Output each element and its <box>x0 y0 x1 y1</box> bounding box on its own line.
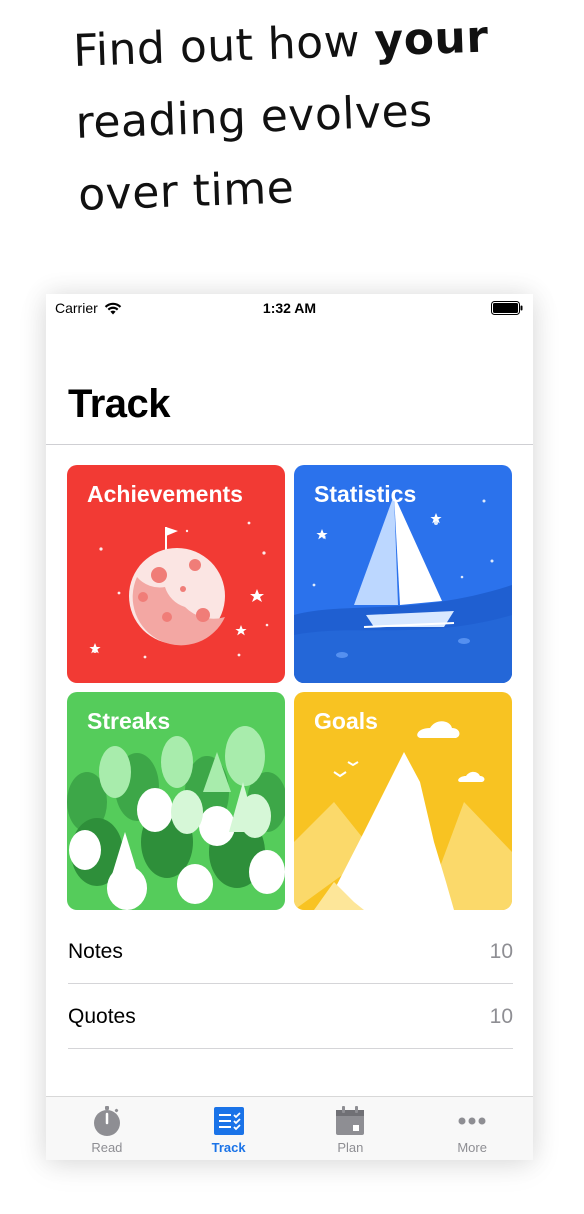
promo-line-1-regular: Find out how <box>72 15 376 77</box>
nav-divider <box>46 444 533 445</box>
tab-plan-label: Plan <box>337 1140 364 1155</box>
checklist-icon <box>213 1107 244 1135</box>
goals-label: Goals <box>314 708 378 734</box>
quotes-row[interactable]: Quotes 10 <box>68 985 513 1049</box>
notes-label: Notes <box>68 939 123 963</box>
battery-icon <box>491 301 523 315</box>
statistics-label: Statistics <box>314 481 417 507</box>
promo-headline: Find out how your reading evolves over t… <box>72 0 549 232</box>
promo-line-1-bold: your <box>373 11 490 67</box>
tab-bar: Read Track Plan More <box>46 1096 533 1160</box>
stopwatch-icon <box>93 1106 120 1136</box>
tab-more[interactable]: More <box>411 1097 533 1160</box>
tab-read[interactable]: Read <box>46 1097 168 1160</box>
promo-line-3: over time <box>77 162 296 221</box>
calendar-icon <box>336 1106 365 1135</box>
streaks-card[interactable]: Streaks <box>67 692 285 910</box>
streaks-label: Streaks <box>87 708 171 734</box>
tab-track-label: Track <box>211 1140 246 1155</box>
tab-track[interactable]: Track <box>168 1097 290 1160</box>
tab-more-label: More <box>457 1140 487 1155</box>
quotes-count: 10 <box>489 1004 513 1028</box>
status-time: 1:32 AM <box>262 300 317 316</box>
achievements-label: Achievements <box>87 481 243 507</box>
phone-screen: Carrier 1:32 AM Track Achievements Stati… <box>46 294 533 1160</box>
achievements-card[interactable]: Achievements <box>67 465 285 683</box>
goals-card[interactable]: Goals <box>294 692 512 910</box>
quotes-label: Quotes <box>68 1004 136 1028</box>
notes-row[interactable]: Notes 10 <box>68 920 513 984</box>
page-title: Track <box>68 382 171 426</box>
notes-count: 10 <box>489 939 513 963</box>
tab-plan[interactable]: Plan <box>290 1097 412 1160</box>
statistics-card[interactable]: Statistics <box>294 465 512 683</box>
status-bar: Carrier 1:32 AM <box>46 294 533 322</box>
tab-read-label: Read <box>91 1140 123 1155</box>
more-icon <box>458 1117 486 1125</box>
